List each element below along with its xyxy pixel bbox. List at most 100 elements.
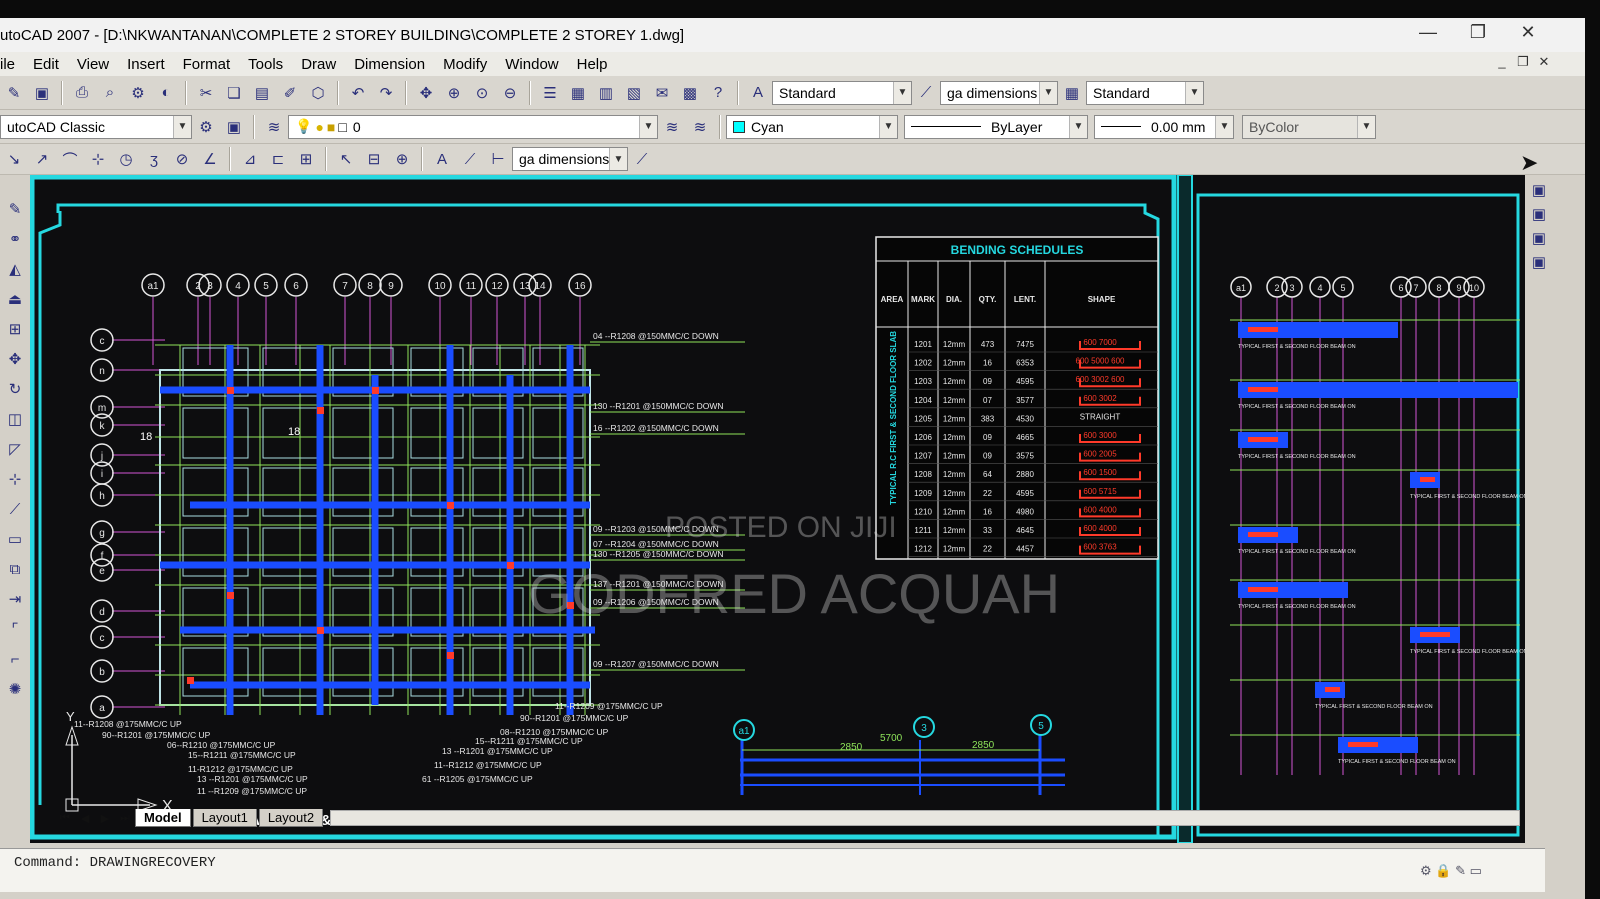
trim-icon[interactable]: ⊹ xyxy=(3,467,27,491)
design-center-icon[interactable]: ▦ xyxy=(566,81,590,105)
table-style-select[interactable]: Standard ▼ xyxy=(1086,80,1204,105)
move-icon[interactable]: ✥ xyxy=(3,347,27,371)
aligned-dim-icon[interactable]: ↗ xyxy=(30,147,54,171)
dim-style-icon[interactable]: ⟋ xyxy=(914,81,938,105)
dim-style-manager-icon[interactable]: ⟋ xyxy=(630,147,654,171)
text-style-icon[interactable]: A xyxy=(746,81,770,105)
continue-icon[interactable]: ⊞ xyxy=(294,147,318,171)
arc-length-icon[interactable]: ⌒ xyxy=(58,147,82,171)
array-icon[interactable]: ⊞ xyxy=(3,317,27,341)
plot-icon[interactable]: ⎙ xyxy=(70,81,94,105)
jogged-icon[interactable]: ʒ xyxy=(142,147,166,171)
tab-model[interactable]: Model xyxy=(135,809,191,827)
menu-edit[interactable]: Edit xyxy=(25,56,69,73)
tab-layout2[interactable]: Layout2 xyxy=(258,809,324,827)
publish-icon[interactable]: ⚙ xyxy=(126,81,150,105)
tray-icon[interactable]: 🔒 xyxy=(1435,863,1451,878)
viewport3-icon[interactable]: ▣ xyxy=(1527,226,1551,250)
scale-icon[interactable]: ◫ xyxy=(3,407,27,431)
dim-style-select-2[interactable]: ga dimensions ▼ xyxy=(512,147,628,171)
workspace-settings-icon[interactable]: ⚙ xyxy=(194,115,218,139)
viewport-icon[interactable]: ▣ xyxy=(1527,178,1551,202)
menu-window[interactable]: Window xyxy=(497,56,568,73)
offset-icon[interactable]: ⏏ xyxy=(3,287,27,311)
center-mark-icon[interactable]: ⊕ xyxy=(390,147,414,171)
diameter-icon[interactable]: ⊘ xyxy=(170,147,194,171)
help-icon[interactable]: ? xyxy=(706,81,730,105)
stretch-icon[interactable]: ◸ xyxy=(3,437,27,461)
drawing-canvas[interactable]: a1 2 3 4 5 6 7 8 9 10 11 12 13 14 16 cnmkjihgfedcba 04… xyxy=(30,175,1525,843)
properties-icon[interactable]: ☰ xyxy=(538,81,562,105)
first-tab-icon[interactable]: ⏮ xyxy=(55,812,75,825)
break-icon[interactable]: ▭ xyxy=(3,527,27,551)
menu-dimension[interactable]: Dimension xyxy=(346,56,435,73)
save-icon[interactable]: ▣ xyxy=(30,81,54,105)
prev-tab-icon[interactable]: ◀ xyxy=(75,812,95,825)
menu-modify[interactable]: Modify xyxy=(435,56,497,73)
angular-icon[interactable]: ∠ xyxy=(198,147,222,171)
next-tab-icon[interactable]: ▶ xyxy=(95,812,115,825)
workspace-select[interactable]: utoCAD Classic ▼ xyxy=(0,114,192,139)
dim-edit-icon[interactable]: A xyxy=(430,147,454,171)
chamfer-icon[interactable]: ⇥ xyxy=(3,587,27,611)
last-tab-icon[interactable]: ⏭ xyxy=(115,812,135,825)
tray-icon[interactable]: ⚙ xyxy=(1420,863,1432,878)
zoom-window-icon[interactable]: ⊙ xyxy=(470,81,494,105)
plotstyle-select[interactable]: ByColor ▼ xyxy=(1242,114,1376,139)
copy-object-icon[interactable]: ⚭ xyxy=(3,227,27,251)
pan-icon[interactable]: ✥ xyxy=(414,81,438,105)
tolerance-icon[interactable]: ⊟ xyxy=(362,147,386,171)
calculator-icon[interactable]: ▩ xyxy=(678,81,702,105)
doc-restore-icon[interactable]: ❐ xyxy=(1513,54,1533,70)
redo-icon[interactable]: ↷ xyxy=(374,81,398,105)
block-editor-icon[interactable]: ⬡ xyxy=(306,81,330,105)
viewport2-icon[interactable]: ▣ xyxy=(1527,202,1551,226)
fillet2-icon[interactable]: ⌐ xyxy=(3,647,27,671)
doc-close-icon[interactable]: ✕ xyxy=(1534,54,1554,70)
menu-help[interactable]: Help xyxy=(569,56,618,73)
tab-layout1[interactable]: Layout1 xyxy=(192,809,257,827)
restore-icon[interactable]: ❐ xyxy=(1460,22,1496,43)
menu-file[interactable]: ile xyxy=(0,56,25,73)
qnew-icon[interactable]: ✎ xyxy=(2,81,26,105)
tray-icon[interactable]: ✎ xyxy=(1455,863,1466,878)
viewport4-icon[interactable]: ▣ xyxy=(1527,250,1551,274)
mirror-icon[interactable]: ◭ xyxy=(3,257,27,281)
layer-select[interactable]: 💡 ● ■ □ 0 ▼ xyxy=(288,114,658,139)
join-icon[interactable]: ⧉ xyxy=(3,557,27,581)
extend-icon[interactable]: ⟋ xyxy=(3,497,27,521)
quick-dim-icon[interactable]: ⊿ xyxy=(238,147,262,171)
erase-icon[interactable]: ✎ xyxy=(3,197,27,221)
menu-view[interactable]: View xyxy=(69,56,119,73)
radius-icon[interactable]: ◷ xyxy=(114,147,138,171)
dim-style-select[interactable]: ga dimensions ▼ xyxy=(940,80,1058,105)
3d-dwf-icon[interactable]: ◐ xyxy=(154,81,178,105)
undo-icon[interactable]: ↶ xyxy=(346,81,370,105)
menu-format[interactable]: Format xyxy=(175,56,241,73)
close-icon[interactable]: ✕ xyxy=(1510,22,1546,43)
menu-insert[interactable]: Insert xyxy=(119,56,175,73)
linear-dim-icon[interactable]: ↘ xyxy=(2,147,26,171)
zoom-realtime-icon[interactable]: ⊕ xyxy=(442,81,466,105)
make-object-layer-current-icon[interactable]: ≋ xyxy=(660,115,684,139)
minimize-icon[interactable]: — xyxy=(1410,22,1446,43)
preview-icon[interactable]: ⌕ xyxy=(98,81,122,105)
zoom-previous-icon[interactable]: ⊖ xyxy=(498,81,522,105)
color-select[interactable]: Cyan ▼ xyxy=(726,114,898,139)
layer-previous-icon[interactable]: ≋ xyxy=(688,115,712,139)
menu-tools[interactable]: Tools xyxy=(240,56,293,73)
layer-manager-icon[interactable]: ≋ xyxy=(262,115,286,139)
doc-minimize-icon[interactable]: _ xyxy=(1492,54,1512,69)
text-style-select[interactable]: Standard ▼ xyxy=(772,80,912,105)
sheet-set-icon[interactable]: ▧ xyxy=(622,81,646,105)
leader-icon[interactable]: ↖ xyxy=(334,147,358,171)
tool-palettes-icon[interactable]: ▥ xyxy=(594,81,618,105)
baseline-icon[interactable]: ⊏ xyxy=(266,147,290,171)
ordinate-icon[interactable]: ⊹ xyxy=(86,147,110,171)
cut-icon[interactable]: ✂ xyxy=(194,81,218,105)
paste-icon[interactable]: ▤ xyxy=(250,81,274,105)
rotate-icon[interactable]: ↻ xyxy=(3,377,27,401)
match-properties-icon[interactable]: ✐ xyxy=(278,81,302,105)
copy-icon[interactable]: ❏ xyxy=(222,81,246,105)
menu-draw[interactable]: Draw xyxy=(293,56,346,73)
